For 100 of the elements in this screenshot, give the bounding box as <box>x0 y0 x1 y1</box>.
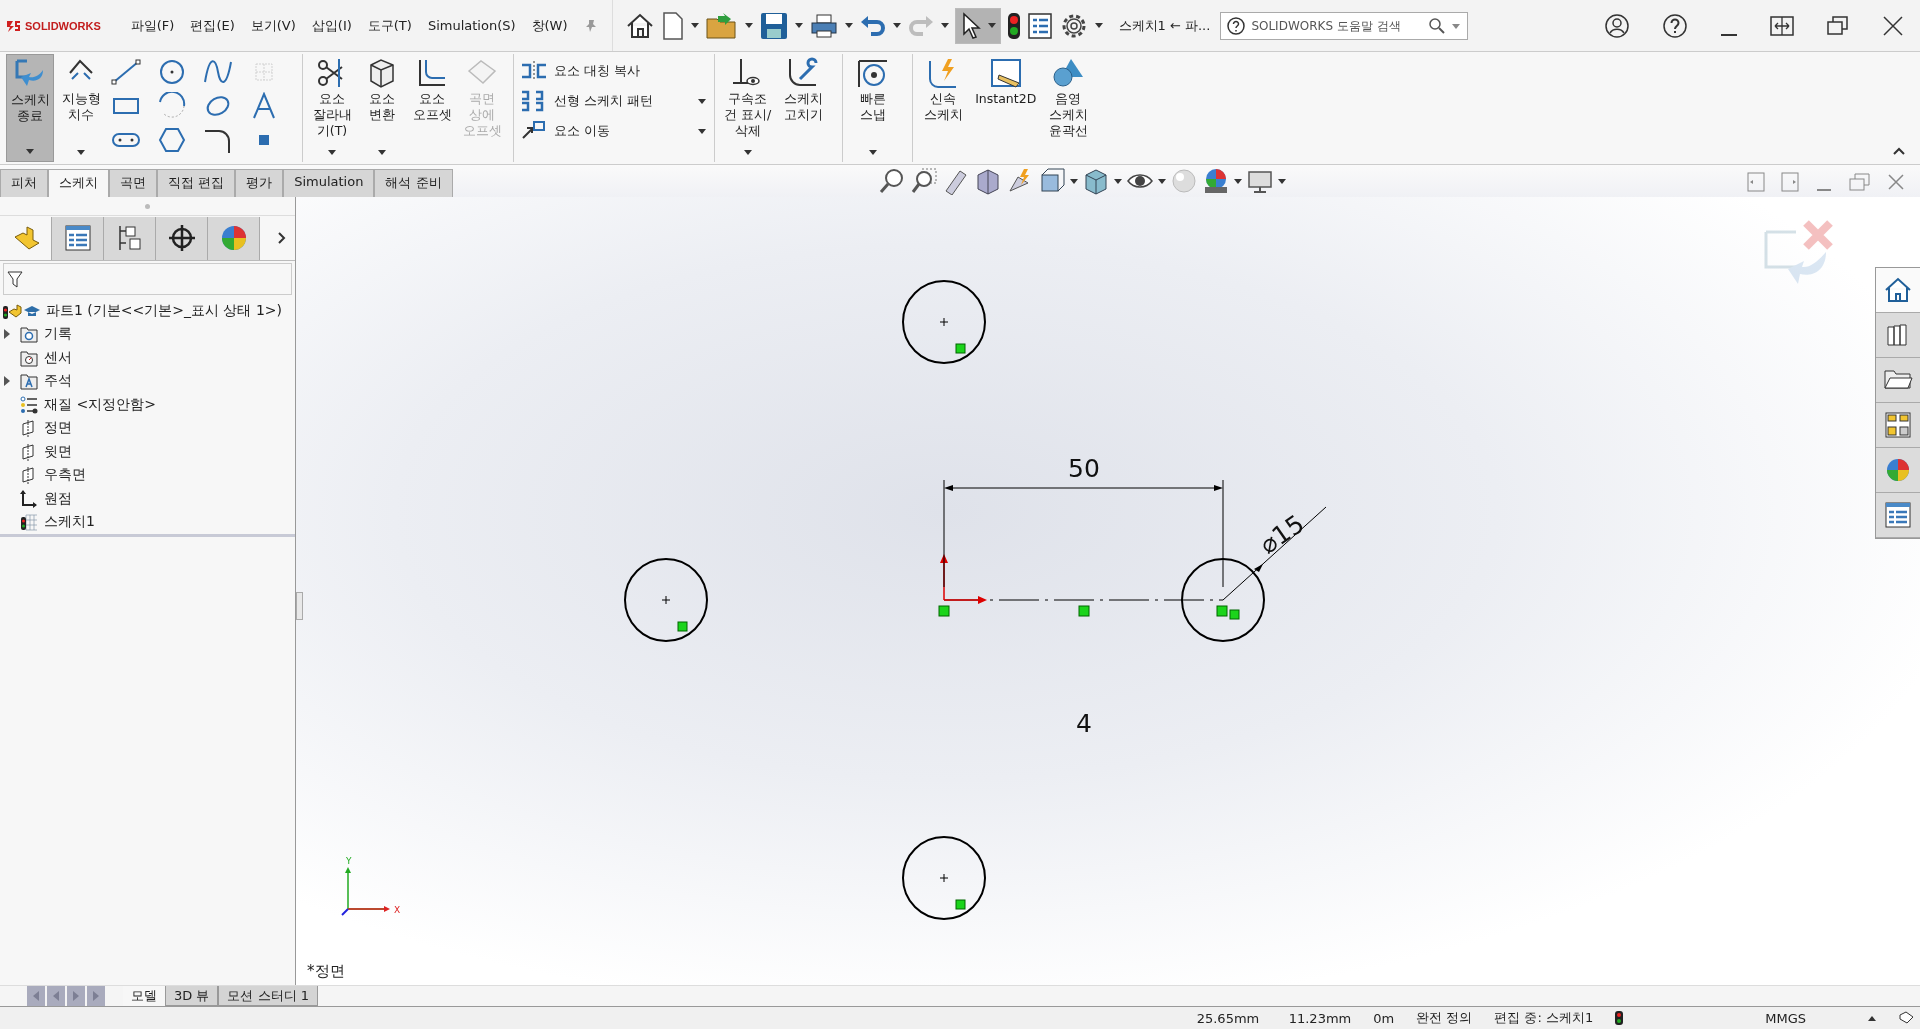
expand-arrow-icon[interactable] <box>4 329 10 340</box>
restore-icon[interactable] <box>1826 13 1850 38</box>
caret-icon[interactable] <box>1234 178 1242 184</box>
caret-icon[interactable] <box>698 128 706 134</box>
properties-icon[interactable] <box>1876 493 1920 538</box>
appearance-icon[interactable] <box>1876 448 1920 493</box>
scene-icon[interactable] <box>1202 167 1230 195</box>
chevron-right-icon[interactable] <box>277 231 287 245</box>
arc-icon[interactable] <box>156 92 188 120</box>
caret-icon[interactable] <box>378 150 386 155</box>
panel-tab[interactable] <box>104 216 156 260</box>
resize-icon[interactable] <box>1770 13 1794 38</box>
dimension-line[interactable] <box>943 479 1224 588</box>
tree-item[interactable]: 우측면 <box>44 466 86 485</box>
splitter-handle[interactable] <box>296 592 303 620</box>
menu-item[interactable]: 삽입(I) <box>311 16 352 35</box>
caret-icon[interactable] <box>1094 23 1103 28</box>
menu-item[interactable]: Simulation(S) <box>427 18 516 33</box>
select-button[interactable] <box>954 7 1001 44</box>
ribbon-button[interactable]: 요소 오프셋 <box>409 54 455 162</box>
caret-icon[interactable] <box>744 23 753 28</box>
ribbon-button[interactable]: 스케치 종료 <box>6 54 54 162</box>
leader-line[interactable] <box>1222 506 1327 601</box>
tile-left-icon[interactable] <box>1746 171 1766 193</box>
menu-item[interactable]: 창(W) <box>531 16 568 35</box>
ribbon-button[interactable]: 지능형 치수 <box>58 54 104 162</box>
collapse-icon[interactable] <box>1892 146 1906 156</box>
save-icon[interactable] <box>758 10 789 41</box>
new-document-icon[interactable] <box>660 10 685 41</box>
units-button[interactable]: MMGS <box>1765 1010 1806 1026</box>
line-icon[interactable] <box>110 58 142 86</box>
bottom-tab[interactable]: 모션 스터디 1 <box>218 986 318 1006</box>
zoom-area-icon[interactable] <box>910 167 938 195</box>
filter-field[interactable] <box>3 263 292 295</box>
folder-icon[interactable] <box>1876 358 1920 403</box>
caret-icon[interactable] <box>1278 178 1286 184</box>
caret-icon[interactable] <box>869 150 878 155</box>
circle[interactable] <box>902 836 986 920</box>
open-folder-icon[interactable] <box>704 10 739 41</box>
dimension-text[interactable]: ⌀15 <box>1254 508 1310 560</box>
tree-item[interactable]: 센서 <box>44 348 72 367</box>
dimension-text[interactable]: 50 <box>1068 454 1100 483</box>
command-tab[interactable]: 곡면 <box>109 169 157 197</box>
caret-icon[interactable] <box>1114 178 1122 184</box>
tree-item[interactable]: 주석 <box>44 372 72 391</box>
list-icon[interactable] <box>1026 11 1053 40</box>
ribbon-button[interactable]: 빠른 스냅 <box>842 54 899 162</box>
command-tab[interactable]: 직접 편집 <box>157 169 236 197</box>
menu-item[interactable]: 도구(T) <box>367 16 412 35</box>
home-icon[interactable] <box>1876 268 1920 313</box>
caret-icon[interactable] <box>940 23 949 28</box>
tree-item[interactable]: 윗면 <box>44 442 72 461</box>
circle[interactable] <box>902 280 986 364</box>
circle[interactable] <box>624 558 708 642</box>
command-tab[interactable]: 스케치 <box>48 169 109 197</box>
traffic-light-icon[interactable] <box>1615 1011 1624 1025</box>
tree-item[interactable]: 스케치1 <box>44 513 95 532</box>
caret-icon[interactable] <box>26 149 34 154</box>
close-icon[interactable] <box>1882 14 1904 37</box>
spline-icon[interactable] <box>202 58 234 86</box>
ribbon-button[interactable]: 신속 스케치 <box>912 54 969 162</box>
palette-icon[interactable] <box>1876 403 1920 448</box>
menu-item[interactable]: 편집(E) <box>190 16 235 35</box>
caret-icon[interactable] <box>698 98 706 104</box>
tree-item[interactable]: 원점 <box>44 489 72 508</box>
command-tab[interactable]: Simulation <box>283 169 375 197</box>
caret-icon[interactable] <box>690 23 699 28</box>
polygon-icon[interactable] <box>156 126 188 154</box>
dimension-text[interactable]: 4 <box>1076 709 1092 738</box>
bottom-tab[interactable]: 3D 뷰 <box>165 986 219 1006</box>
expand-arrow-icon[interactable] <box>4 376 10 387</box>
traffic-light-icon[interactable] <box>1006 11 1021 40</box>
caret-up-icon[interactable] <box>1868 1015 1876 1021</box>
command-tab[interactable]: 피처 <box>0 169 48 197</box>
account-icon[interactable] <box>1604 12 1630 39</box>
tile-right-icon[interactable] <box>1780 171 1800 193</box>
search-field[interactable]: SOLIDWORKS 도움말 검색 <box>1220 11 1469 40</box>
tree-item[interactable]: 재질 <지정안함> <box>44 395 156 414</box>
ribbon-button[interactable]: 요소 잘라내 기(T) <box>309 54 355 162</box>
caret-icon[interactable] <box>743 150 752 155</box>
tree-item[interactable]: 정면 <box>44 419 72 438</box>
zoom-to-fit-icon[interactable] <box>878 167 906 195</box>
circle[interactable] <box>1181 558 1265 642</box>
caret-icon[interactable] <box>892 23 901 28</box>
panel-tab[interactable] <box>156 216 208 260</box>
caret-icon[interactable] <box>328 150 336 155</box>
command-tab[interactable]: 평가 <box>235 169 284 197</box>
caret-icon[interactable] <box>1158 178 1166 184</box>
ribbon-button[interactable]: 구속조 건 표시/ 삭제 <box>721 54 775 162</box>
ribbon-button[interactable]: 음영 스케치 윤곽선 <box>1043 54 1094 162</box>
tree-item[interactable]: 기록 <box>44 325 72 344</box>
tag-icon[interactable] <box>1898 1011 1914 1025</box>
caret-icon[interactable] <box>844 23 853 28</box>
menu-item[interactable]: 파일(F) <box>130 16 175 35</box>
ribbon-button[interactable]: 선형 스케치 패턴 <box>520 90 706 112</box>
ribbon-button[interactable]: 스케치 고치기 <box>778 54 829 162</box>
section-view-icon[interactable] <box>974 167 1002 195</box>
caret-icon[interactable] <box>1070 178 1078 184</box>
caret-icon[interactable] <box>77 150 85 155</box>
help-icon[interactable] <box>1662 12 1688 39</box>
